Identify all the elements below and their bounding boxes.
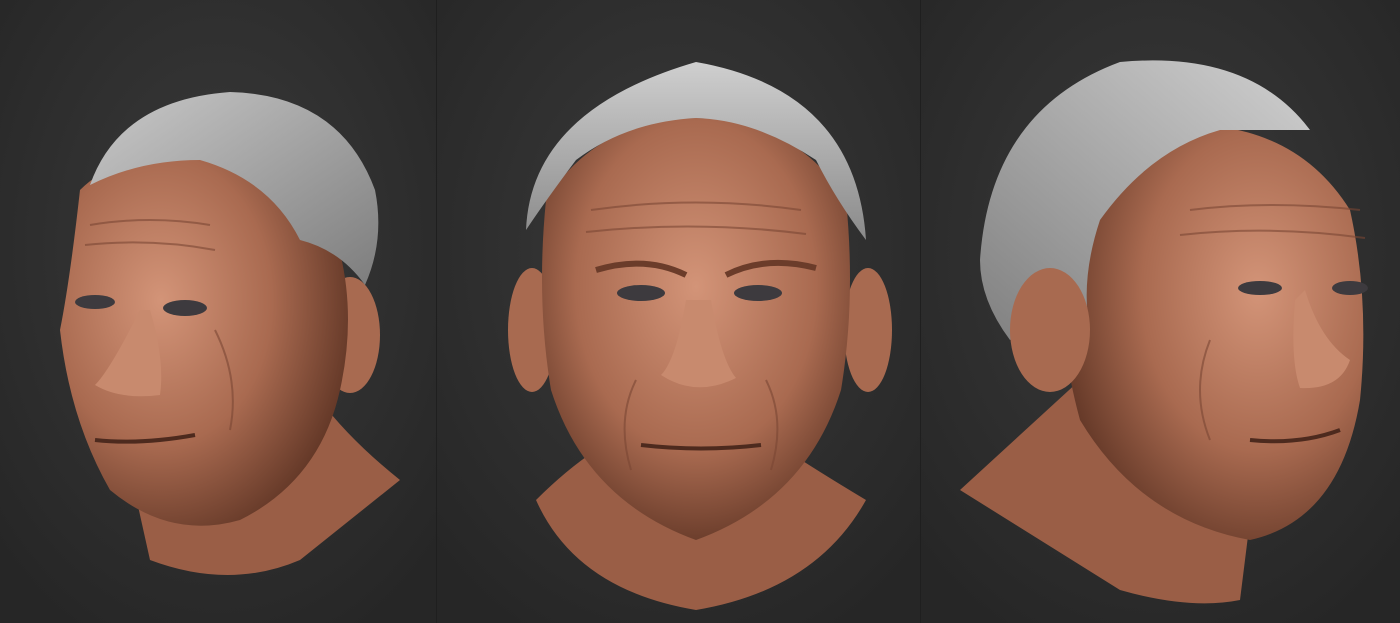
head-left-image (0, 0, 436, 623)
eye-right (1332, 281, 1368, 295)
head-render-right (920, 0, 1400, 623)
head-front-image (436, 0, 920, 623)
eye-left (617, 285, 665, 301)
panel-divider (920, 0, 921, 623)
ear-right (844, 268, 892, 392)
eye-right (734, 285, 782, 301)
ear (1010, 268, 1090, 392)
eye-left (1238, 281, 1282, 295)
head-render-stage (0, 0, 1400, 623)
head-render-left (0, 0, 436, 623)
panel-divider (436, 0, 437, 623)
head-render-front (436, 0, 920, 623)
eye-left (75, 295, 115, 309)
eye-right (163, 300, 207, 316)
head-right-image (920, 0, 1400, 623)
